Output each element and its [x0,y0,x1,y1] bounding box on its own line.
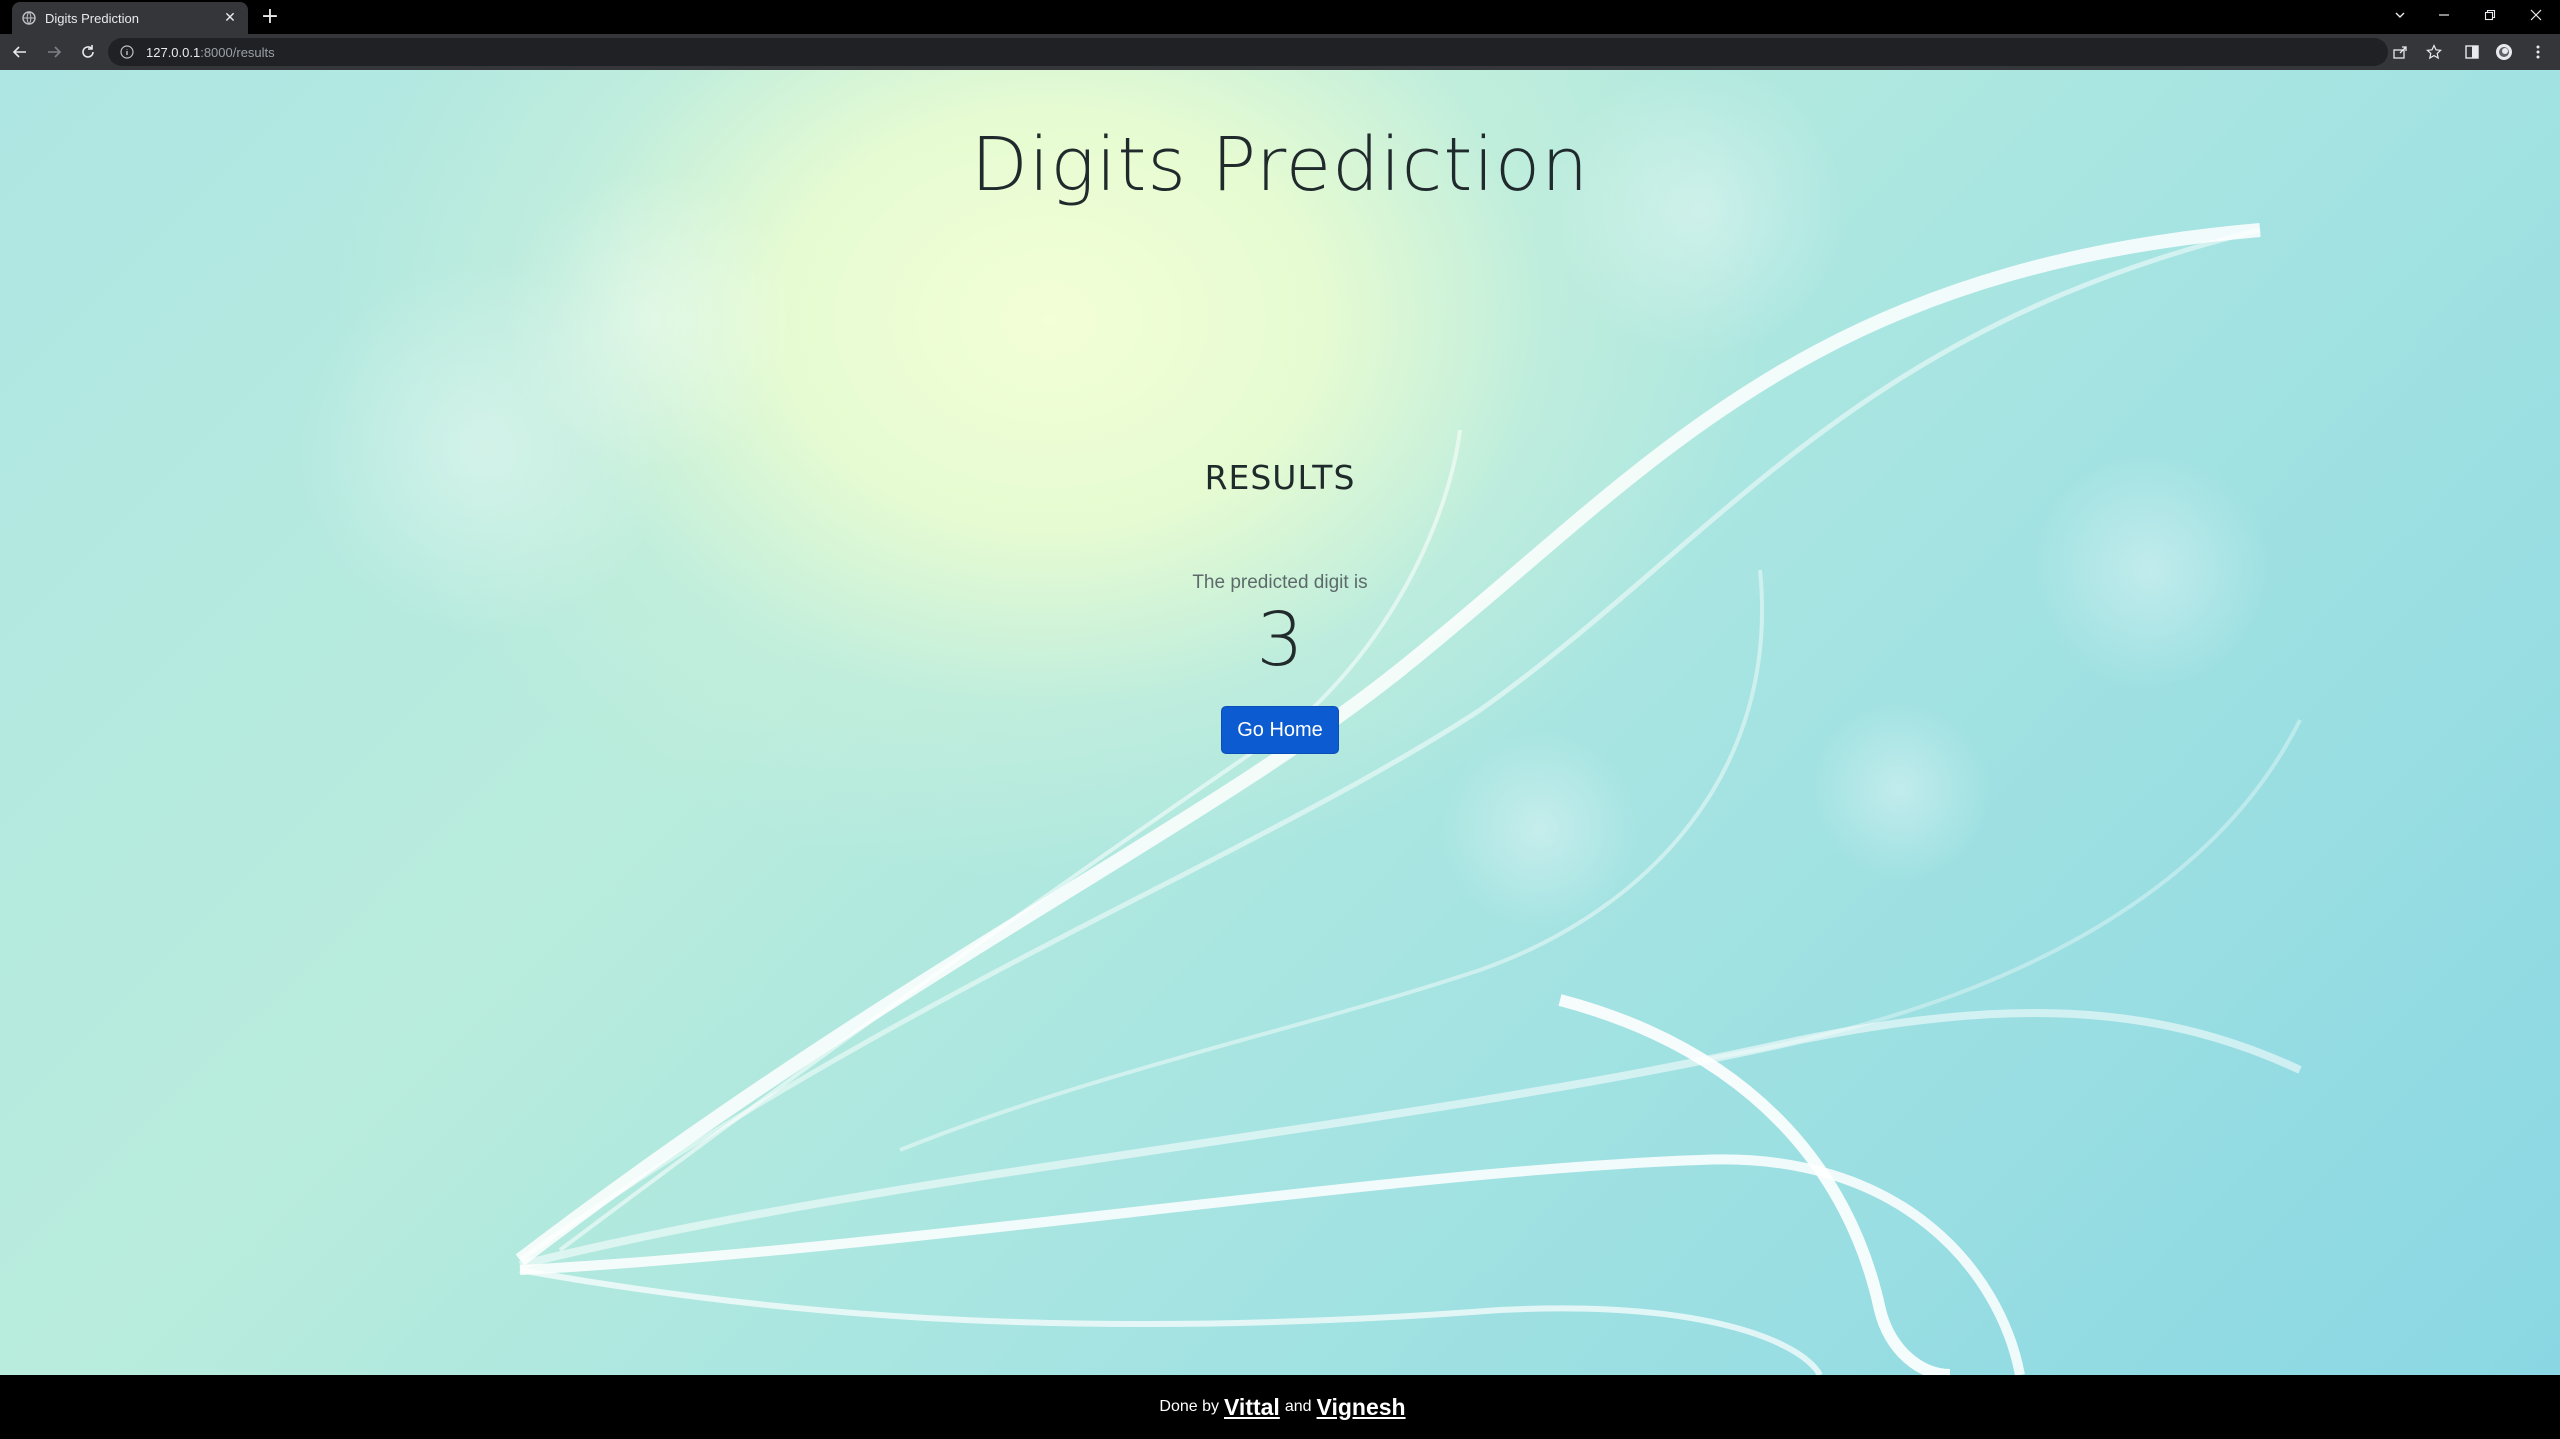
tab-close-icon[interactable]: ✕ [222,10,238,26]
results-heading: RESULTS [1204,458,1356,497]
browser-toolbar: 127.0.0.1 :8000/results [0,34,2560,70]
site-info-icon[interactable] [120,45,134,59]
predicted-digit-label: The predicted digit is [1192,572,1368,593]
share-icon[interactable] [2386,38,2414,66]
restore-icon[interactable] [2470,0,2510,30]
globe-icon [22,11,36,25]
forward-icon[interactable] [40,38,68,66]
go-home-button[interactable]: Go Home [1221,706,1339,754]
author-link-vittal[interactable]: Vittal [1224,1394,1280,1421]
close-window-icon[interactable] [2516,0,2556,30]
minimize-icon[interactable] [2424,0,2464,30]
footer-prefix: Done by [1159,1398,1219,1415]
url-path: :8000/results [200,44,275,60]
new-tab-button[interactable]: + [258,6,282,30]
page-content: Digits Prediction RESULTS The predicted … [0,70,2560,1375]
url-host: 127.0.0.1 [146,44,201,60]
profile-avatar-icon[interactable] [2490,38,2518,66]
reload-icon[interactable] [74,38,102,66]
page-title: Digits Prediction [970,122,1590,208]
bookmark-star-icon[interactable] [2420,38,2448,66]
author-link-vignesh[interactable]: Vignesh [1317,1394,1406,1421]
address-bar[interactable]: 127.0.0.1 :8000/results [108,38,2388,66]
back-icon[interactable] [6,38,34,66]
tab-search-icon[interactable] [2380,0,2420,30]
browser-tab[interactable]: Digits Prediction ✕ [12,2,248,34]
side-panel-icon[interactable] [2458,38,2486,66]
predicted-digit-value: 3 [1256,597,1304,683]
menu-kebab-icon[interactable] [2524,38,2552,66]
footer-connector: and [1284,1398,1312,1415]
browser-tabstrip: Digits Prediction ✕ + [0,0,2560,34]
tab-title: Digits Prediction [45,10,139,26]
footer: Done by Vittal and Vignesh [0,1375,2560,1439]
